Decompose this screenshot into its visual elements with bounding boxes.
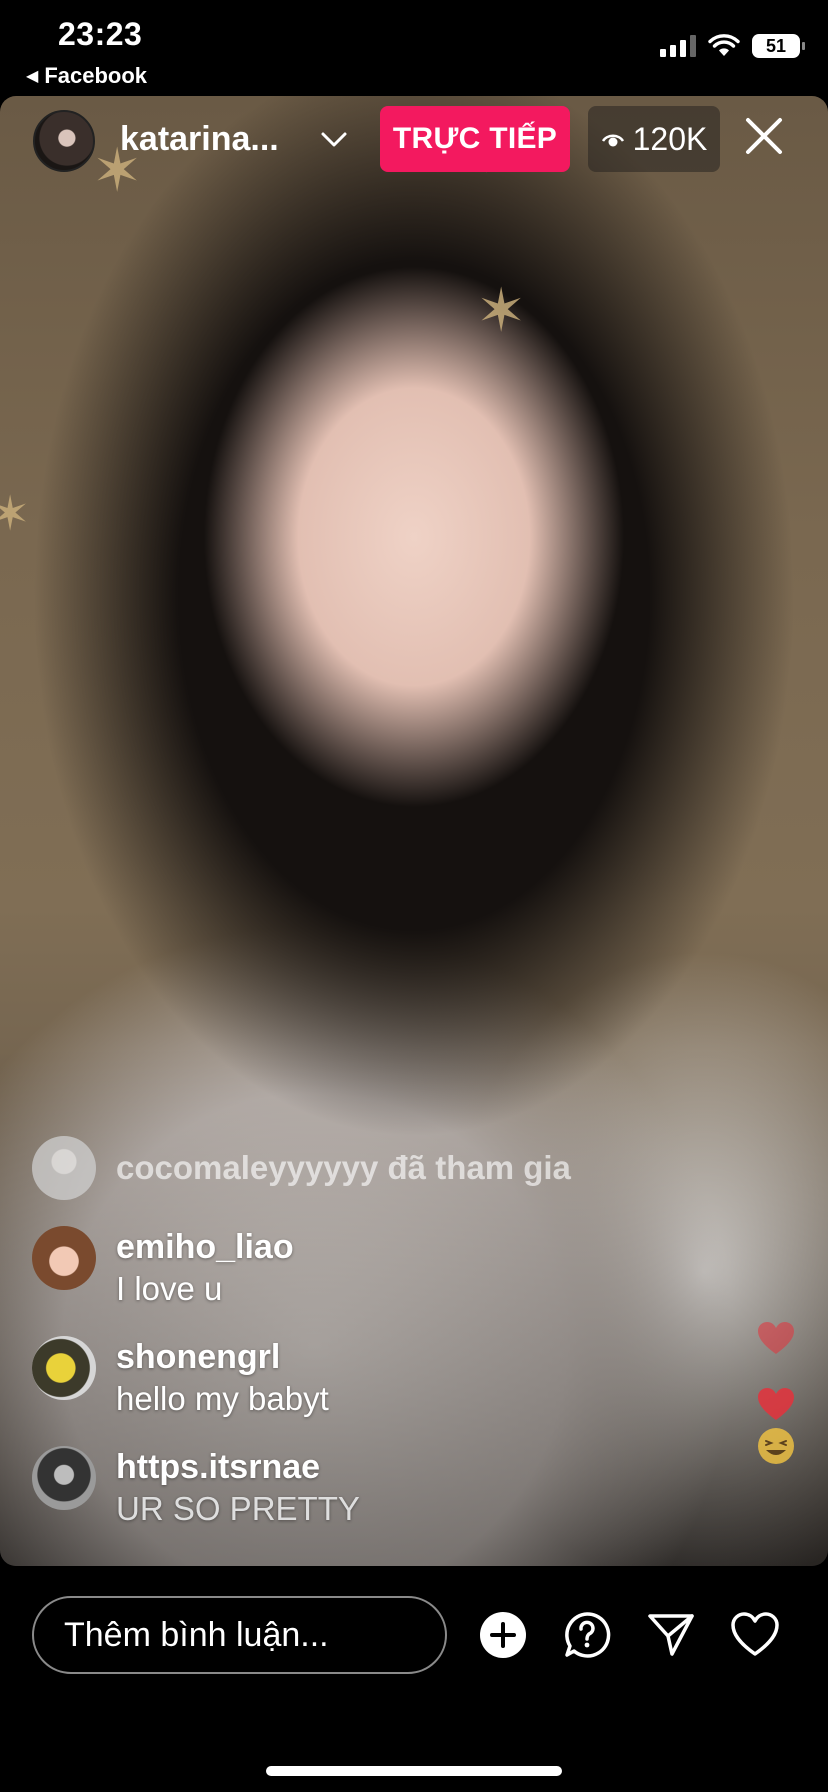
eye-icon [601,134,624,147]
status-time: 23:23 [58,16,143,52]
viewer-count-badge[interactable]: 120K [588,106,720,172]
chevron-down-icon[interactable] [316,122,352,158]
comment-item: https.itsrnae UR SO PRETTY [32,1446,360,1530]
cellular-signal-icon [660,35,696,57]
wallpaper-star: ✶ [476,277,527,344]
back-triangle-icon: ◀ [26,68,39,85]
avatar[interactable] [32,1446,96,1510]
heart-icon [758,1322,794,1354]
comment-input[interactable]: Thêm bình luận... [32,1596,447,1674]
question-bubble-icon[interactable] [562,1610,612,1660]
close-icon[interactable] [742,114,786,158]
live-header: katarina... TRỰC TIẾP 120K [0,104,828,176]
avatar[interactable] [32,1336,96,1400]
avatar[interactable] [32,1136,96,1200]
laughing-emoji-icon [758,1428,794,1464]
live-badge: TRỰC TIẾP [380,106,570,172]
heart-icon[interactable] [730,1610,780,1660]
wifi-icon [708,34,740,56]
heart-icon [758,1388,794,1420]
join-notice-text: cocomaleyyyyyy đã tham gia [116,1149,571,1186]
home-indicator[interactable] [266,1766,562,1776]
join-notice: cocomaleyyyyyy đã tham gia [32,1136,571,1200]
back-to-app-link[interactable]: ◀ Facebook [26,63,147,89]
comment-message: UR SO PRETTY [116,1490,360,1527]
comment-message: I love u [116,1270,223,1307]
comment-username[interactable]: emiho_liao [116,1226,294,1268]
host-avatar[interactable] [33,110,95,172]
comment-message: hello my babyt [116,1380,329,1417]
comment-username[interactable]: shonengrl [116,1336,329,1378]
viewer-count: 120K [632,120,708,157]
host-name[interactable]: katarina... [120,120,279,159]
back-app-label: Facebook [44,63,148,88]
wallpaper-star: ✶ [0,488,31,541]
comment-username[interactable]: https.itsrnae [116,1446,360,1488]
comment-item: emiho_liao I love u [32,1226,294,1310]
bottom-bar: Thêm bình luận... [0,1566,828,1792]
plus-circle-icon[interactable] [478,1610,528,1660]
battery-indicator: 51 [752,34,805,58]
status-bar: 23:23 ◀ Facebook 51 [0,0,828,96]
system-icons: 51 [660,34,805,58]
comment-item: shonengrl hello my babyt [32,1336,329,1420]
send-icon[interactable] [646,1610,696,1660]
avatar[interactable] [32,1226,96,1290]
